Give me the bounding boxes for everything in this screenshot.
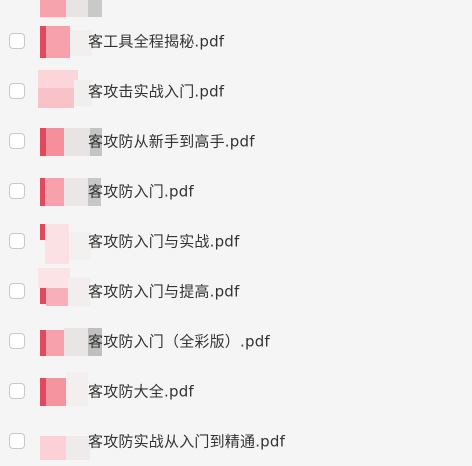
- file-row[interactable]: 客攻防实战从入门到精通.pdf: [0, 416, 472, 466]
- file-name[interactable]: 客攻防实战从入门到精通.pdf: [88, 431, 285, 452]
- file-name[interactable]: 客攻防入门（全彩版）.pdf: [88, 331, 270, 352]
- file-name[interactable]: 客攻防入门与实战.pdf: [88, 231, 240, 252]
- file-name[interactable]: 客攻防入门与提高.pdf: [88, 281, 240, 302]
- file-name[interactable]: 客攻防从新手到高手.pdf: [88, 131, 255, 152]
- checkbox-icon[interactable]: [9, 433, 25, 449]
- file-row[interactable]: 客工具全程揭秘.pdf: [0, 16, 472, 66]
- file-name[interactable]: 客攻防入门.pdf: [88, 181, 194, 202]
- checkbox-icon[interactable]: [9, 283, 25, 299]
- file-row[interactable]: 客攻防入门与实战.pdf: [0, 216, 472, 266]
- file-name[interactable]: 客工具全程揭秘.pdf: [88, 31, 224, 52]
- file-row[interactable]: 客攻防大全.pdf: [0, 366, 472, 416]
- checkbox-icon[interactable]: [9, 33, 25, 49]
- file-row[interactable]: 客攻防入门与提高.pdf: [0, 266, 472, 316]
- checkbox-icon[interactable]: [9, 233, 25, 249]
- file-name[interactable]: 客攻防大全.pdf: [88, 381, 194, 402]
- file-row[interactable]: 客攻击实战入门.pdf: [0, 66, 472, 116]
- pdf-file-icon: [38, 0, 102, 17]
- file-row[interactable]: 客攻防从新手到高手.pdf: [0, 116, 472, 166]
- checkbox-icon[interactable]: [9, 183, 25, 199]
- checkbox-icon[interactable]: [9, 133, 25, 149]
- checkbox-icon[interactable]: [9, 83, 25, 99]
- checkbox-icon[interactable]: [9, 383, 25, 399]
- file-name[interactable]: 客攻击实战入门.pdf: [88, 81, 224, 102]
- file-list: 客工具全程揭秘.pdf 客攻击实战入门.pdf 客攻防从新手到高手.pdf 客攻…: [0, 0, 472, 460]
- file-row[interactable]: 客攻防入门.pdf: [0, 166, 472, 216]
- checkbox-icon[interactable]: [9, 333, 25, 349]
- file-row[interactable]: 客攻防入门（全彩版）.pdf: [0, 316, 472, 366]
